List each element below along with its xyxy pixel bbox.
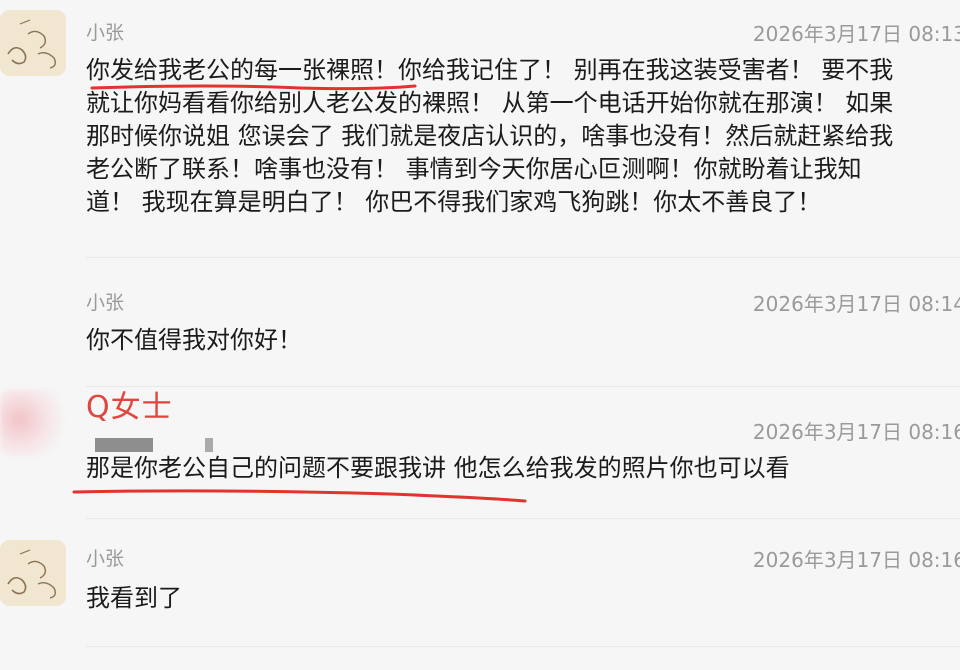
message-item: Q女士 2026年3月17日 08:16 那是你老公自己的问题不要跟我讲 他怎么…: [0, 380, 960, 520]
message-timestamp: 2026年3月17日 08:14: [752, 292, 960, 316]
message-line: 我看到了: [86, 584, 182, 612]
message-timestamp: 2026年3月17日 08:16: [752, 420, 960, 444]
message-text: 我看到了: [86, 582, 958, 615]
message-line: 那时候你说姐 您误会了 我们就是夜店认识的，啥事也没有！然后就赶紧给我: [86, 122, 894, 150]
red-underline-annotation: [72, 489, 527, 503]
message-timestamp: 2026年3月17日 08:13: [752, 22, 960, 46]
redacted-block: [95, 438, 153, 452]
sketch-avatar-icon: [0, 540, 66, 606]
sender-name[interactable]: 小张: [86, 18, 124, 45]
message-item: 小张 2026年3月17日 08:14 你不值得我对你好！: [0, 270, 960, 380]
sender-name[interactable]: Q女士: [86, 382, 173, 426]
red-underline-annotation: [90, 84, 417, 91]
message-item: 小张 2026年3月17日 08:13 你发给我老公的每一张裸照！你给我记住了！…: [0, 0, 960, 260]
message-text: 你不值得我对你好！: [86, 324, 958, 357]
message-text: 你发给我老公的每一张裸照！你给我记住了！ 别再在我这装受害者！ 要不我 就让你妈…: [86, 54, 958, 219]
message-line: 你不值得我对你好！: [86, 326, 302, 354]
message-divider: [86, 518, 960, 519]
message-divider: [86, 646, 960, 647]
message-timestamp: 2026年3月17日 08:16: [752, 548, 960, 572]
sender-avatar[interactable]: [0, 10, 66, 76]
message-divider: [86, 257, 960, 258]
sender-name[interactable]: 小张: [86, 544, 124, 571]
sketch-avatar-icon: [0, 10, 66, 76]
message-line: 那是你老公自己的问题不要跟我讲 他怎么给我发的照片你也可以看: [86, 454, 790, 482]
sender-avatar[interactable]: [0, 390, 66, 456]
sender-name[interactable]: 小张: [86, 288, 124, 315]
message-item: 小张 2026年3月17日 08:16 我看到了: [0, 530, 960, 650]
message-line: 道！ 我现在算是明白了！ 你巴不得我们家鸡飞狗跳！你太不善良了！: [86, 188, 822, 216]
message-text: 那是你老公自己的问题不要跟我讲 他怎么给我发的照片你也可以看: [86, 452, 958, 485]
message-line: 老公断了联系！啥事也没有！ 事情到今天你居心叵测啊！你就盼着让我知: [86, 155, 862, 183]
redacted-block: [205, 438, 213, 452]
sender-avatar[interactable]: [0, 540, 66, 606]
